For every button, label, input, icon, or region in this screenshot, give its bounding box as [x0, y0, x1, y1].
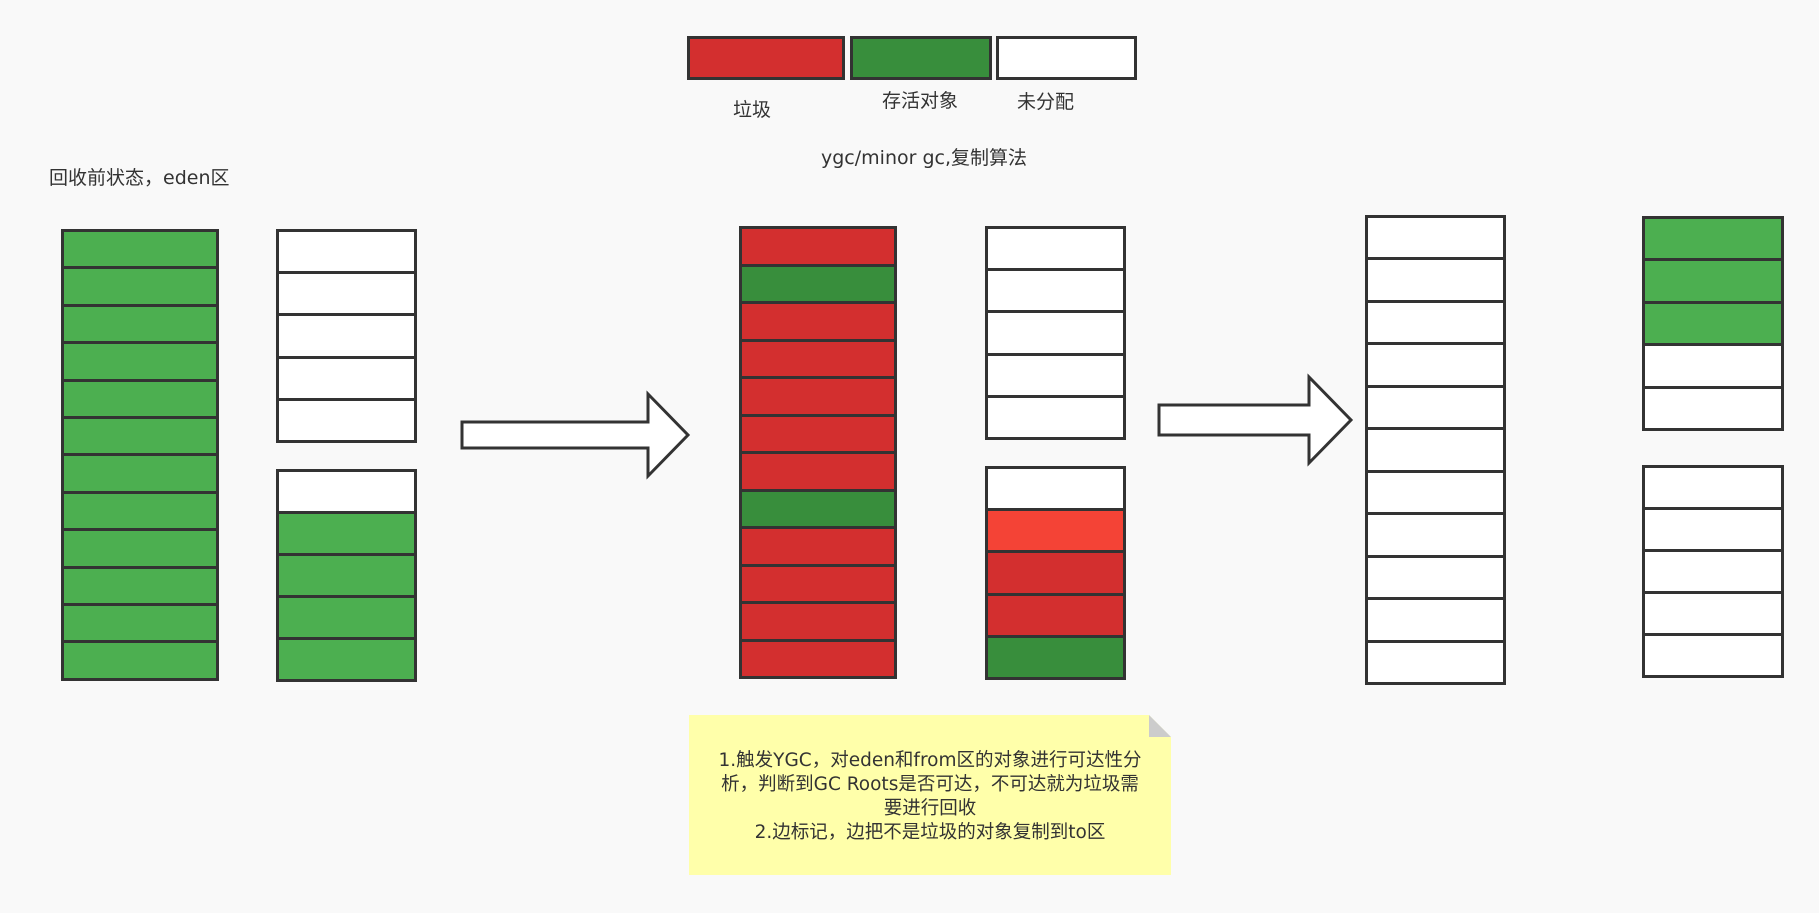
- memory-cell: [61, 266, 219, 307]
- memory-cell: [61, 603, 219, 644]
- memory-cell: [61, 416, 219, 457]
- right-arrow-icon: [1157, 373, 1354, 467]
- memory-cell: [739, 526, 897, 567]
- memory-cell: [276, 397, 417, 443]
- memory-cell: [985, 508, 1126, 554]
- legend-swatch-garbage: [687, 36, 845, 80]
- memory-cell: [985, 394, 1126, 440]
- stage3-survivor-a-column: [1642, 216, 1784, 431]
- legend-label-unallocated: 未分配: [1017, 91, 1075, 113]
- memory-cell: [276, 271, 417, 317]
- memory-cell: [739, 601, 897, 642]
- memory-cell: [1642, 633, 1784, 678]
- memory-cell: [739, 338, 897, 379]
- memory-cell: [739, 376, 897, 417]
- memory-cell: [1365, 215, 1506, 261]
- legend-swatch-alive: [850, 36, 992, 80]
- memory-cell: [61, 490, 219, 532]
- memory-cell: [1365, 469, 1506, 516]
- memory-cell: [985, 550, 1126, 596]
- memory-cell: [739, 563, 897, 604]
- note-line: 要进行回收: [883, 798, 977, 819]
- stage2-eden-column: [739, 226, 897, 679]
- memory-cell: [1365, 427, 1506, 473]
- memory-cell: [1642, 216, 1784, 262]
- memory-cell: [1642, 385, 1784, 431]
- memory-cell: [739, 413, 897, 454]
- memory-cell: [1642, 300, 1784, 347]
- memory-cell: [1642, 258, 1784, 304]
- memory-cell: [1365, 299, 1506, 346]
- memory-cell: [276, 469, 417, 514]
- memory-cell: [739, 301, 897, 342]
- memory-cell: [985, 352, 1126, 398]
- note-line: 2.边标记，边把不是垃圾的对象复制到to区: [754, 822, 1106, 843]
- stage1-survivor-b-column: [276, 469, 417, 682]
- memory-cell: [739, 451, 897, 492]
- memory-cell: [61, 528, 219, 569]
- memory-cell: [985, 634, 1126, 680]
- stage2-survivor-b-column: [985, 466, 1126, 680]
- stage3-survivor-b-column: [1642, 465, 1784, 678]
- before-state-label: 回收前状态，eden区: [49, 167, 230, 189]
- legend-label-alive: 存活对象: [882, 90, 959, 112]
- memory-cell: [276, 511, 417, 556]
- memory-cell: [276, 637, 417, 682]
- memory-cell: [61, 378, 219, 420]
- memory-cell: [739, 638, 897, 679]
- note-line: 析，判断到GC Roots是否可达，不可达就为垃圾需: [721, 774, 1139, 795]
- memory-cell: [276, 355, 417, 401]
- legend-swatch-unallocated: [996, 36, 1137, 80]
- note-line: 1.触发YGC，对eden和from区的对象进行可达性分: [718, 750, 1142, 771]
- memory-cell: [1642, 465, 1784, 510]
- memory-cell: [276, 229, 417, 275]
- memory-cell: [1642, 507, 1784, 552]
- memory-cell: [739, 226, 897, 267]
- memory-cell: [985, 310, 1126, 356]
- stage3-eden-column: [1365, 215, 1506, 685]
- stage1-survivor-a-column: [276, 229, 417, 443]
- memory-cell: [985, 592, 1126, 638]
- memory-cell: [739, 488, 897, 529]
- diagram-title: ygc/minor gc,复制算法: [821, 147, 1028, 169]
- note-text: 1.触发YGC，对eden和from区的对象进行可达性分 析，判断到GC Roo…: [697, 749, 1163, 845]
- legend-label-garbage: 垃圾: [733, 99, 772, 121]
- memory-cell: [276, 595, 417, 640]
- stage2-survivor-a-column: [985, 226, 1126, 440]
- memory-cell: [985, 466, 1126, 512]
- memory-cell: [61, 640, 219, 681]
- memory-cell: [1365, 512, 1506, 558]
- memory-cell: [739, 263, 897, 304]
- memory-cell: [276, 553, 417, 598]
- memory-cell: [61, 453, 219, 494]
- memory-cell: [1642, 343, 1784, 389]
- memory-cell: [1365, 342, 1506, 388]
- memory-cell: [276, 313, 417, 359]
- memory-cell: [61, 341, 219, 382]
- memory-cell: [61, 229, 219, 270]
- right-arrow-icon: [460, 390, 691, 480]
- memory-cell: [1365, 639, 1506, 685]
- memory-cell: [985, 226, 1126, 272]
- memory-cell: [1365, 384, 1506, 431]
- memory-cell: [61, 303, 219, 345]
- memory-cell: [1365, 257, 1506, 303]
- memory-cell: [985, 268, 1126, 314]
- memory-cell: [61, 565, 219, 607]
- memory-cell: [1642, 591, 1784, 636]
- memory-cell: [1365, 597, 1506, 643]
- memory-cell: [1365, 554, 1506, 601]
- memory-cell: [1642, 549, 1784, 594]
- sticky-note: 1.触发YGC，对eden和from区的对象进行可达性分 析，判断到GC Roo…: [689, 715, 1171, 875]
- stage1-eden-column: [61, 229, 219, 681]
